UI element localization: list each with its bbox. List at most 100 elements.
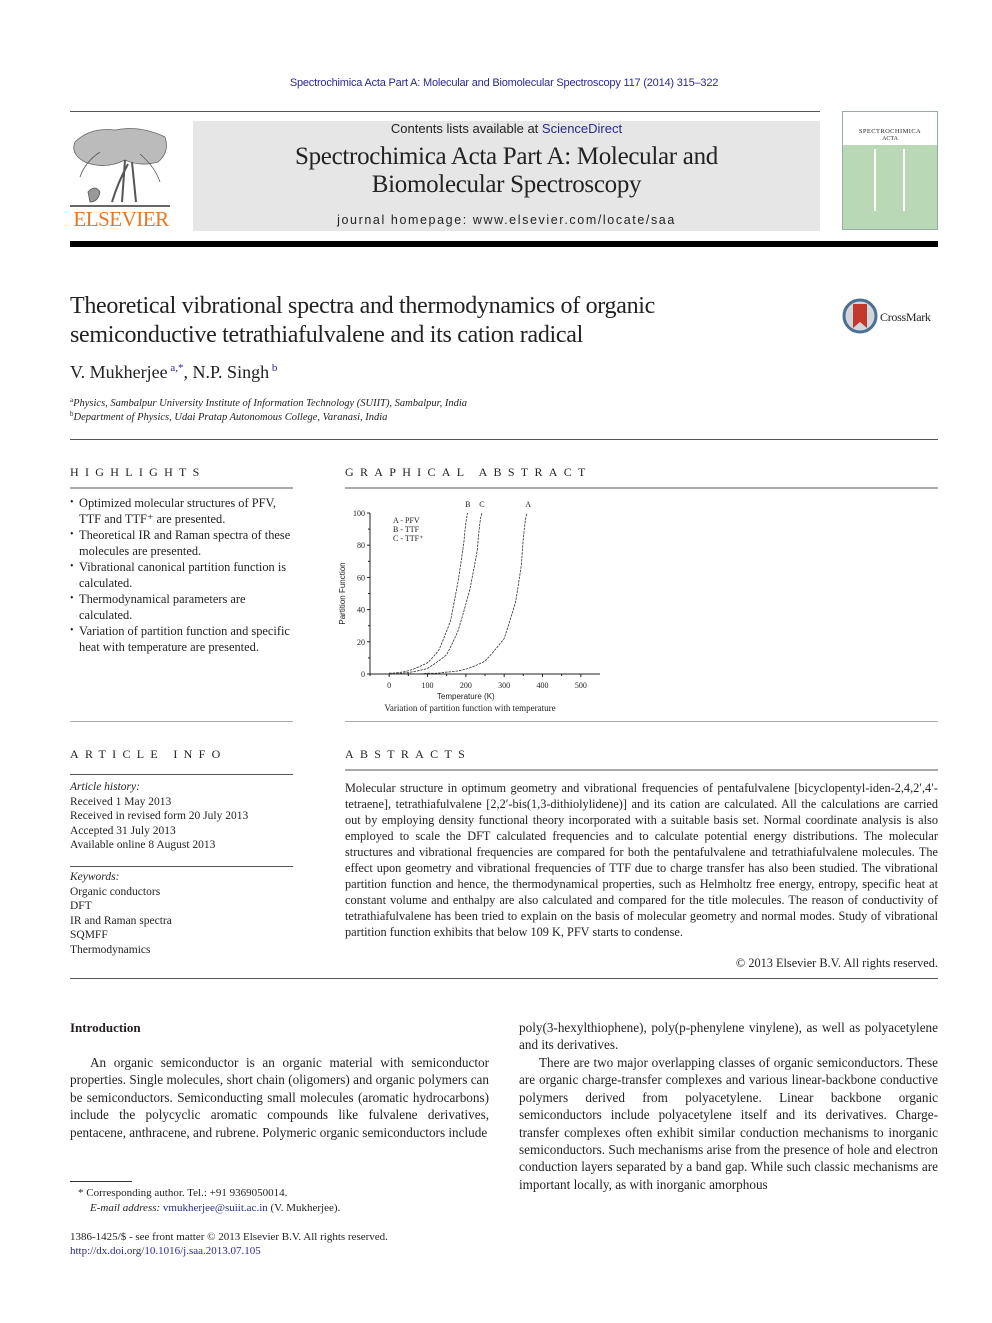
highlights-bottom-divider — [70, 721, 293, 722]
author-affiliation-marker[interactable]: a,* — [170, 362, 183, 374]
article-history: Article history: Received 1 May 2013 Rec… — [70, 780, 295, 853]
keywords: Keywords: Organic conductors DFT IR and … — [70, 870, 295, 958]
y-tick-label: 100 — [353, 509, 365, 518]
y-tick-label: 80 — [357, 541, 365, 550]
graphical-abstract-caption: Variation of partition function with tem… — [384, 703, 556, 713]
highlight-item: Optimized molecular structures of PFV, T… — [70, 495, 295, 527]
history-item: Received in revised form 20 July 2013 — [70, 810, 249, 823]
highlight-item: Variation of partition function and spec… — [70, 623, 295, 655]
article-info-divider — [70, 774, 293, 775]
issn-line: 1386-1425/$ - see front matter © 2013 El… — [70, 1231, 388, 1243]
history-item: Available online 8 August 2013 — [70, 839, 216, 852]
crossmark-icon — [842, 298, 878, 334]
introduction-paragraph-continued: poly(3-hexylthiophene), poly(p-phenylene… — [519, 1020, 938, 1053]
elsevier-wordmark: ELSEVIER — [73, 207, 169, 231]
footnote-divider — [70, 1181, 132, 1182]
section-divider — [70, 439, 938, 440]
abstract-bottom-divider — [70, 978, 938, 979]
article-title-line2: semiconductive tetrathiafulvalene and it… — [70, 322, 583, 348]
abstract-copyright: © 2013 Elsevier B.V. All rights reserved… — [735, 956, 938, 970]
footnote-marker: * — [78, 1187, 84, 1199]
affiliation-text: Physics, Sambalpur University Institute … — [73, 398, 468, 409]
introduction-heading: Introduction — [70, 1020, 141, 1035]
history-item: Received 1 May 2013 — [70, 795, 172, 808]
x-tick-label: 200 — [460, 681, 472, 690]
email-label: E-mail address: — [90, 1201, 161, 1214]
journal-cover-thumbnail[interactable]: SPECTROCHIMICA ACTA — [842, 111, 938, 230]
keyword-item: IR and Raman spectra — [70, 914, 172, 927]
crossmark-badge[interactable]: CrossMark — [842, 298, 942, 334]
x-tick-label: 100 — [422, 681, 434, 690]
author-name[interactable]: V. Mukherjee — [70, 362, 168, 382]
legend-entry: B - TTF — [393, 525, 420, 534]
journal-homepage[interactable]: journal homepage: www.elsevier.com/locat… — [193, 213, 820, 227]
highlight-item: Vibrational canonical partition function… — [70, 559, 295, 591]
highlight-item: Theoretical IR and Raman spectra of thes… — [70, 527, 295, 559]
sciencedirect-link[interactable]: ScienceDirect — [542, 121, 622, 136]
legend-entry: C - TTF⁺ — [393, 534, 423, 543]
cover-title-line2: ACTA — [882, 136, 898, 142]
abstract-divider — [345, 769, 938, 771]
contents-line: Contents lists available at ScienceDirec… — [193, 121, 820, 136]
article-history-label: Article history: — [70, 781, 140, 793]
graphical-abstract-divider — [345, 487, 938, 489]
chart-ticks: 0 100 200 300 400 500 0 20 40 60 80 100 — [353, 509, 587, 690]
abstract-text: Molecular structure in optimum geometry … — [345, 781, 938, 939]
affiliation-text: Department of Physics, Udai Pratap Auton… — [73, 412, 388, 423]
history-item: Accepted 31 July 2013 — [70, 824, 176, 837]
x-tick-label: 300 — [498, 681, 510, 690]
affiliation: aPhysics, Sambalpur University Institute… — [70, 396, 467, 409]
author-list: V. Mukherjee a,*, N.P. Singh b — [70, 362, 277, 383]
journal-citation[interactable]: Spectrochimica Acta Part A: Molecular an… — [0, 77, 992, 89]
x-tick-label: 0 — [387, 681, 391, 690]
y-tick-label: 60 — [357, 573, 365, 582]
x-axis-label: Temperature (K) — [437, 692, 495, 701]
keyword-item: SQMFF — [70, 929, 108, 942]
header-divider — [70, 111, 820, 112]
keywords-label: Keywords: — [70, 871, 120, 883]
journal-banner: Contents lists available at ScienceDirec… — [193, 121, 820, 231]
email-link[interactable]: vmukherjee@suiit.ac.in — [163, 1202, 268, 1214]
author-name[interactable]: N.P. Singh — [193, 362, 270, 382]
graphical-abstract-heading: GRAPHICAL ABSTRACT — [345, 465, 592, 479]
highlights-heading: HIGHLIGHTS — [70, 465, 206, 479]
keywords-divider — [70, 866, 293, 867]
highlights-list: Optimized molecular structures of PFV, T… — [70, 495, 295, 655]
email-suffix: (V. Mukherjee). — [270, 1201, 341, 1214]
x-tick-label: 500 — [575, 681, 587, 690]
journal-title-line1: Spectrochimica Acta Part A: Molecular an… — [295, 143, 718, 170]
y-tick-label: 40 — [357, 606, 365, 615]
y-tick-label: 20 — [357, 638, 365, 647]
author-separator: , — [183, 362, 193, 382]
journal-title-line2: Biomolecular Spectroscopy — [371, 171, 642, 198]
legend-entry: A - PFV — [393, 516, 420, 525]
partition-function-chart[interactable]: 0 100 200 300 400 500 0 20 40 60 80 100 A B C Tempera… — [335, 495, 625, 705]
article-info-heading: ARTICLE INFO — [70, 747, 227, 761]
series-label-C: C — [479, 500, 484, 509]
abstract-heading: ABSTRACTS — [345, 747, 472, 761]
elsevier-tree-icon — [70, 128, 170, 207]
header-thick-divider — [70, 241, 938, 247]
article-title: Theoretical vibrational spectra and ther… — [70, 292, 810, 350]
corresponding-author-footnote: * Corresponding author. Tel.: +91 936905… — [78, 1186, 498, 1215]
affiliation: bDepartment of Physics, Udai Pratap Auto… — [70, 410, 387, 423]
cover-stripe — [903, 149, 905, 211]
author-affiliation-marker[interactable]: b — [272, 362, 278, 374]
cover-stripe — [874, 149, 876, 211]
cover-title-line1: SPECTROCHIMICA — [858, 128, 922, 135]
graphical-abstract-bottom-divider — [345, 721, 938, 722]
x-tick-label: 400 — [537, 681, 549, 690]
introduction-paragraph: An organic semiconductor is an organic m… — [70, 1055, 489, 1140]
keyword-item: Thermodynamics — [70, 943, 151, 956]
doi-link[interactable]: http://dx.doi.org/10.1016/j.saa.2013.07.… — [70, 1244, 500, 1259]
introduction-paragraph: There are two major overlapping classes … — [519, 1055, 938, 1192]
series-label-A: A — [525, 500, 531, 509]
journal-title: Spectrochimica Acta Part A: Molecular an… — [193, 143, 820, 199]
article-title-line1: Theoretical vibrational spectra and ther… — [70, 293, 656, 319]
elsevier-logo[interactable]: ELSEVIER — [70, 122, 172, 232]
corresponding-author-text: Corresponding author. Tel.: +91 93690500… — [86, 1187, 288, 1199]
crossmark-label: CrossMark — [880, 310, 931, 324]
series-label-B: B — [465, 500, 470, 509]
highlights-divider — [70, 487, 293, 489]
y-axis-label: Partition Function — [338, 562, 347, 624]
